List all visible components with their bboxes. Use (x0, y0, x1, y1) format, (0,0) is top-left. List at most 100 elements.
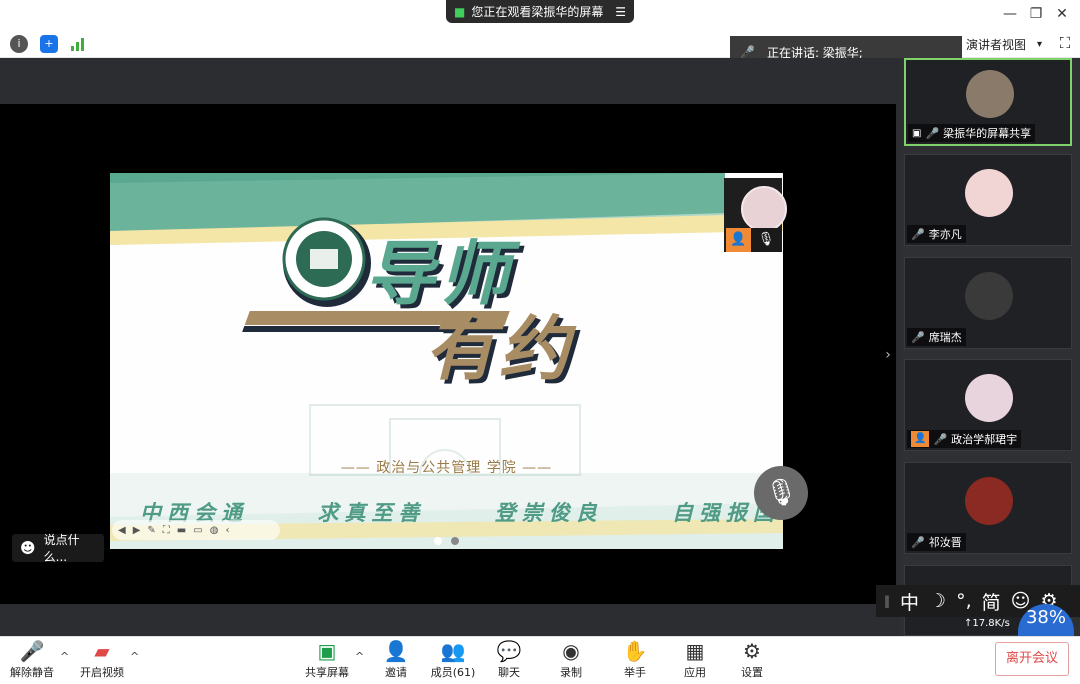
participant-avatar (965, 374, 1013, 422)
participant-name: 席瑞杰 (928, 331, 962, 344)
viewing-label: 您正在观看梁振华的屏幕 (471, 5, 604, 19)
share-screen-icon: ▣ (317, 639, 337, 663)
fullscreen-button[interactable]: ⛶ (1054, 32, 1076, 54)
participant-name-tag: 🎤 席瑞杰 (907, 328, 966, 346)
page-indicator-dot[interactable] (434, 537, 442, 545)
start-video-label: 开启视频 (80, 666, 124, 679)
chevron-down-icon: ▾ (1036, 38, 1042, 50)
camera-icon[interactable]: ▬ (177, 525, 186, 536)
participant-name: 梁振华的屏幕共享 (943, 127, 1032, 140)
members-label: 成员(61) (430, 666, 476, 679)
participant-tile[interactable]: 🎤 祁汝晋 (904, 462, 1072, 554)
mic-off-icon: 🎤 (933, 432, 948, 446)
participant-tile[interactable]: 🎤 李亦凡 (904, 154, 1072, 246)
viewing-indicator[interactable]: ■ 您正在观看梁振华的屏幕 ☰ (446, 0, 634, 23)
chevron-up-icon[interactable]: ^ (355, 650, 364, 663)
chat-icon: 💬 (496, 639, 522, 663)
ime-emoji-icon[interactable]: ☺ (1011, 590, 1031, 612)
participant-name-tag: 🎤 李亦凡 (907, 225, 966, 243)
ime-simplified-toggle[interactable]: 简 (982, 588, 1001, 615)
mic-off-icon: 🎤 (911, 330, 925, 344)
info-icon[interactable]: i (10, 35, 28, 53)
apps-label: 应用 (684, 666, 706, 679)
participant-tile[interactable]: 🎤 席瑞杰 (904, 257, 1072, 349)
menu-icon[interactable]: ☰ (615, 5, 626, 19)
unmute-button[interactable]: 🎤 解除静音 (8, 640, 56, 680)
raise-hand-label: 举手 (624, 666, 646, 679)
chat-button[interactable]: 💬 聊天 (494, 640, 524, 680)
microphone-icon: 🎙 (751, 228, 781, 252)
participant-name: 祁汝晋 (928, 536, 962, 549)
comment-icon[interactable]: ▭ (193, 525, 202, 536)
participant-name: 政治学郝珺宇 (951, 433, 1018, 446)
drag-handle-icon[interactable]: ‖ (884, 594, 890, 608)
page-indicator-dot[interactable] (451, 537, 459, 545)
mic-off-icon: 🎤 (740, 45, 755, 59)
video-off-icon: ▰ (94, 639, 110, 663)
host-icon: 👤 (726, 228, 751, 252)
participant-avatar (965, 477, 1013, 525)
participant-name-tag: 🎤 祁汝晋 (907, 533, 966, 551)
emoji-icon[interactable]: ☻ (20, 539, 36, 557)
motto-phrase: 登崇俊良 (494, 500, 603, 525)
view-mode-label: 演讲者视图 (966, 37, 1027, 52)
ime-punctuation-icon[interactable]: °, (956, 590, 972, 612)
globe-icon[interactable]: ◍ (210, 525, 219, 536)
invite-label: 邀请 (385, 666, 407, 679)
members-icon: 👥 (440, 639, 466, 663)
record-button[interactable]: ◉ 录制 (556, 640, 586, 680)
record-icon: ◉ (562, 639, 580, 663)
chat-placeholder: 说点什么... (43, 533, 80, 564)
annotation-toolbar[interactable]: ◀ ▶ ✎ ⛶ ▬ ▭ ◍ ‹ (112, 520, 280, 540)
ime-halfwidth-icon[interactable]: ☽ (929, 590, 946, 612)
mic-off-icon: 🎤 (911, 535, 925, 549)
signal-icon[interactable] (70, 36, 86, 52)
members-button[interactable]: 👥 成员(61) (430, 640, 476, 680)
motto-phrase: 求真至善 (317, 500, 426, 525)
add-user-icon: 👤 (383, 639, 409, 663)
settings-button[interactable]: ⚙ 设置 (737, 640, 767, 680)
apps-icon: ▦ (685, 639, 705, 663)
mic-off-icon: 🎤 (911, 227, 925, 241)
chevron-up-icon[interactable]: ^ (60, 650, 69, 663)
participant-avatar (965, 169, 1013, 217)
participant-avatar (965, 272, 1013, 320)
presentation-slide: 导师 有约 —— 政治与公共管理 学院 —— 中西会通 求真至善 登崇俊良 自强… (110, 173, 783, 549)
floating-microphone-icon[interactable]: 🎙 (754, 466, 808, 520)
apps-button[interactable]: ▦ 应用 (680, 640, 710, 680)
chat-label: 聊天 (498, 666, 520, 679)
leave-meeting-button[interactable]: 离开会议 (995, 642, 1069, 676)
collapse-icon[interactable]: ‹ (225, 525, 229, 536)
settings-label: 设置 (741, 666, 763, 679)
participant-name-tag: ▣ 🎤 梁振华的屏幕共享 (908, 124, 1036, 142)
crop-icon[interactable]: ⛶ (163, 525, 170, 536)
minimize-button[interactable]: — (1000, 4, 1020, 24)
participant-tile[interactable]: 👤 🎤 政治学郝珺宇 (904, 359, 1072, 451)
chat-quick-input[interactable]: ☻ 说点什么... (12, 533, 104, 564)
meeting-toolbar (0, 636, 1080, 684)
invite-button[interactable]: 👤 邀请 (380, 640, 412, 680)
next-icon[interactable]: ▶ (133, 525, 141, 536)
shield-icon[interactable]: + (40, 35, 58, 53)
slide-school-name: —— 政治与公共管理 学院 —— (340, 460, 553, 476)
pen-icon[interactable]: ✎ (147, 525, 155, 536)
mic-off-icon: 🎤 (19, 639, 45, 663)
video-camera-icon: ■ (454, 4, 466, 19)
stage-bottom-band (0, 604, 896, 636)
presenter-avatar (741, 186, 787, 232)
host-icon: 👤 (911, 431, 930, 447)
restore-button[interactable]: ❐ (1026, 4, 1046, 24)
participant-tile[interactable]: ▣ 🎤 梁振华的屏幕共享 (904, 58, 1072, 146)
chevron-right-icon[interactable]: › (880, 344, 896, 366)
ime-chinese-toggle[interactable]: 中 (900, 588, 919, 615)
gear-icon: ⚙ (743, 639, 761, 663)
chevron-up-icon[interactable]: ^ (130, 650, 139, 663)
start-video-button[interactable]: ▰ 开启视频 (78, 640, 126, 680)
raise-hand-button[interactable]: ✋ 举手 (620, 640, 650, 680)
participant-name: 李亦凡 (928, 228, 962, 241)
screen-share-icon: ▣ (912, 127, 922, 139)
share-screen-button[interactable]: ▣ 共享屏幕 (302, 640, 352, 680)
prev-icon[interactable]: ◀ (118, 525, 126, 536)
close-button[interactable]: ✕ (1052, 4, 1072, 24)
view-mode-select[interactable]: 演讲者视图 ▾ (962, 32, 1046, 56)
